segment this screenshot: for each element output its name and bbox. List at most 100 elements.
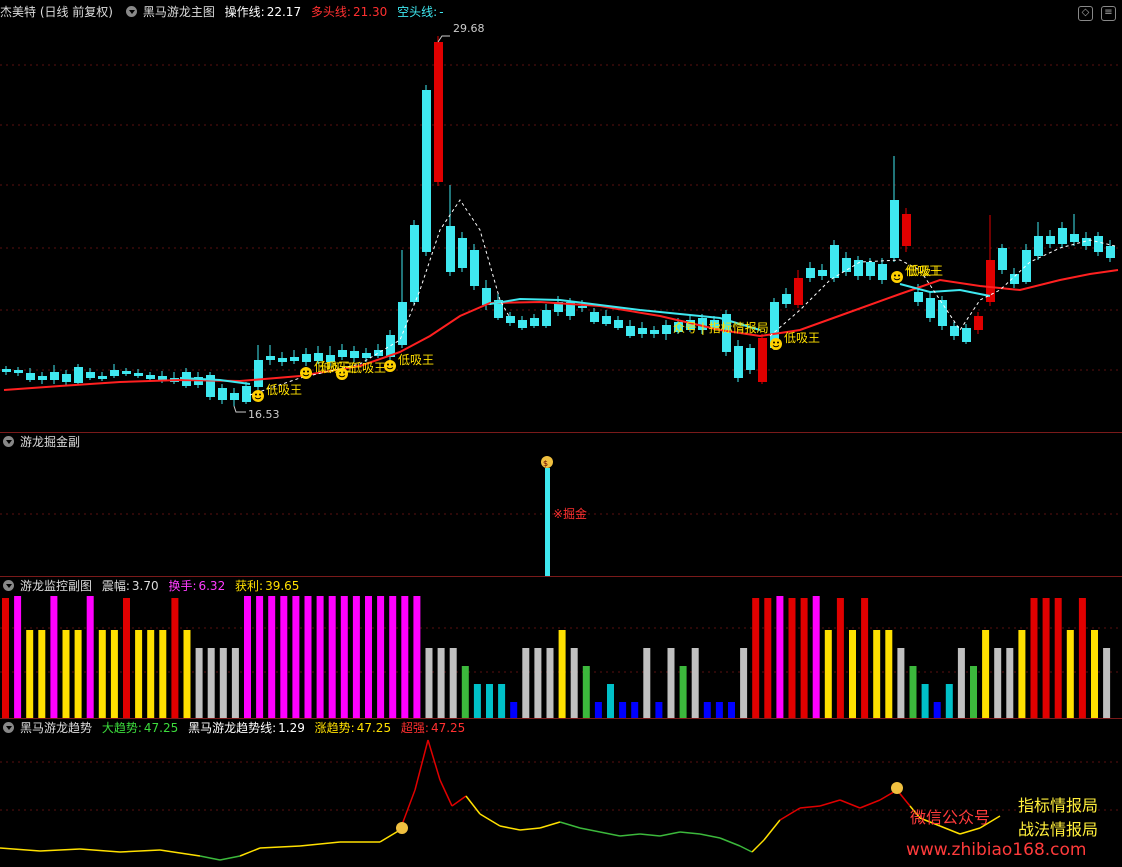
- monitor-bar: [522, 648, 530, 718]
- candle-body: [410, 225, 419, 302]
- signal-label: 低吸王: [784, 331, 820, 345]
- panel4-header: 黑马游龙趋势 大趋势: 47.25 黑马游龙趋势线: 1.29 涨趋势: 47.25 …: [0, 718, 471, 738]
- smiley-eye: [777, 341, 779, 344]
- trend-line-segment: [519, 827, 541, 831]
- watermark-line2: 战法情报局: [1018, 820, 1099, 839]
- panel4-title[interactable]: 黑马游龙趋势: [20, 721, 92, 735]
- monitor-bar: [401, 596, 409, 718]
- panel3-title[interactable]: 游龙监控副图: [20, 579, 92, 593]
- panel2-title[interactable]: 游龙掘金副: [20, 435, 80, 449]
- monitor-bar: [425, 648, 433, 718]
- monitor-bar: [703, 702, 711, 718]
- candle-body: [662, 325, 671, 334]
- monitor-bar: [764, 598, 772, 718]
- candle-body: [206, 375, 215, 397]
- monitor-bar: [2, 598, 9, 718]
- collapse-icon[interactable]: [3, 436, 14, 447]
- candle-body: [758, 338, 767, 382]
- candle-body: [446, 226, 455, 272]
- overlay-watermark-text: 众号 | 指标情报局: [673, 320, 769, 335]
- monitor-bar: [1042, 598, 1050, 718]
- smiley-eye: [898, 274, 900, 277]
- stock-title[interactable]: 杰美特 (日线 前复权): [0, 5, 113, 19]
- candle-body: [890, 200, 899, 258]
- monitor-bar: [1066, 630, 1074, 718]
- monitor-bar: [183, 630, 191, 718]
- smiley-eye: [894, 274, 896, 277]
- trend-line-segment: [619, 833, 641, 837]
- bear-value: -: [439, 5, 444, 19]
- turn-value: 6.32: [198, 579, 226, 593]
- watermark-wechat: 微信公众号: [910, 808, 991, 827]
- monitor-bar: [909, 666, 917, 718]
- trend-line-segment: [751, 839, 765, 853]
- collapse-icon[interactable]: [125, 6, 137, 17]
- candle-body: [122, 371, 131, 374]
- monitor-bar: [50, 596, 58, 718]
- trend-line-segment: [839, 799, 861, 809]
- candle-body: [734, 346, 743, 378]
- indicator-name[interactable]: 黑马游龙主图: [143, 5, 215, 19]
- signal-label: 低吸王: [266, 383, 302, 397]
- candle-body: [302, 354, 311, 362]
- money-bag-icon: [891, 782, 903, 794]
- candle-body: [1058, 228, 1067, 244]
- candle-body: [650, 330, 659, 334]
- big-trend-value: 47.25: [143, 721, 179, 735]
- collapse-icon[interactable]: [3, 722, 14, 733]
- candle-body: [974, 316, 983, 330]
- trend-line-segment: [427, 739, 441, 781]
- collapse-icon[interactable]: [3, 580, 14, 591]
- candle-body: [2, 369, 11, 372]
- signal-label: 低吸王: [398, 353, 434, 367]
- monitor-bar: [594, 702, 602, 718]
- monitor-bar: [1091, 630, 1098, 718]
- profit-label: 获利:: [235, 579, 264, 593]
- trend-line-segment: [859, 799, 881, 809]
- monitor-bar: [389, 596, 397, 718]
- monitor-bar: [897, 648, 905, 718]
- trend-line-segment: [0, 847, 41, 852]
- amp-value: 3.70: [131, 579, 159, 593]
- monitor-bar: [510, 702, 518, 718]
- monitor-bar: [147, 630, 155, 718]
- candle-body: [614, 320, 623, 328]
- monitor-bar: [534, 648, 542, 718]
- candle-body: [362, 353, 371, 358]
- strong-value: 47.25: [430, 721, 466, 735]
- monitor-bar: [304, 596, 312, 718]
- strong-label: 超强:: [400, 721, 429, 735]
- monitor-bar: [1030, 598, 1038, 718]
- candle-body: [50, 372, 59, 380]
- monitor-bar: [582, 666, 590, 718]
- candle-body: [998, 248, 1007, 270]
- candle-body: [818, 270, 827, 276]
- candle-body: [1094, 236, 1103, 252]
- smiley-icon: [300, 367, 312, 379]
- diamond-icon[interactable]: ◇: [1078, 6, 1093, 21]
- monitor-bar: [643, 648, 651, 718]
- op-value: 22.17: [266, 5, 302, 19]
- candle-body: [902, 214, 911, 246]
- menu-icon[interactable]: ≡: [1101, 6, 1116, 21]
- candle-body: [518, 320, 527, 328]
- monitor-bar: [679, 666, 687, 718]
- monitor-bar: [244, 596, 251, 718]
- monitor-bar: [994, 648, 1002, 718]
- monitor-bar: [861, 598, 869, 718]
- candle-body: [218, 388, 227, 400]
- monitor-bar: [667, 648, 675, 718]
- monitor-bar: [1018, 630, 1026, 718]
- trend-line-segment: [959, 827, 981, 835]
- trend-line-segment: [699, 833, 721, 839]
- candle-body: [146, 375, 155, 379]
- candle-body: [134, 373, 143, 376]
- monitor-bar: [570, 648, 578, 718]
- smiley-icon: [770, 338, 782, 350]
- candle-body: [794, 278, 803, 305]
- smiley-eye: [255, 393, 257, 396]
- candle-body: [86, 372, 95, 378]
- monitor-bar: [365, 596, 372, 718]
- monitor-bar: [486, 684, 493, 718]
- trend-line-segment: [499, 825, 521, 831]
